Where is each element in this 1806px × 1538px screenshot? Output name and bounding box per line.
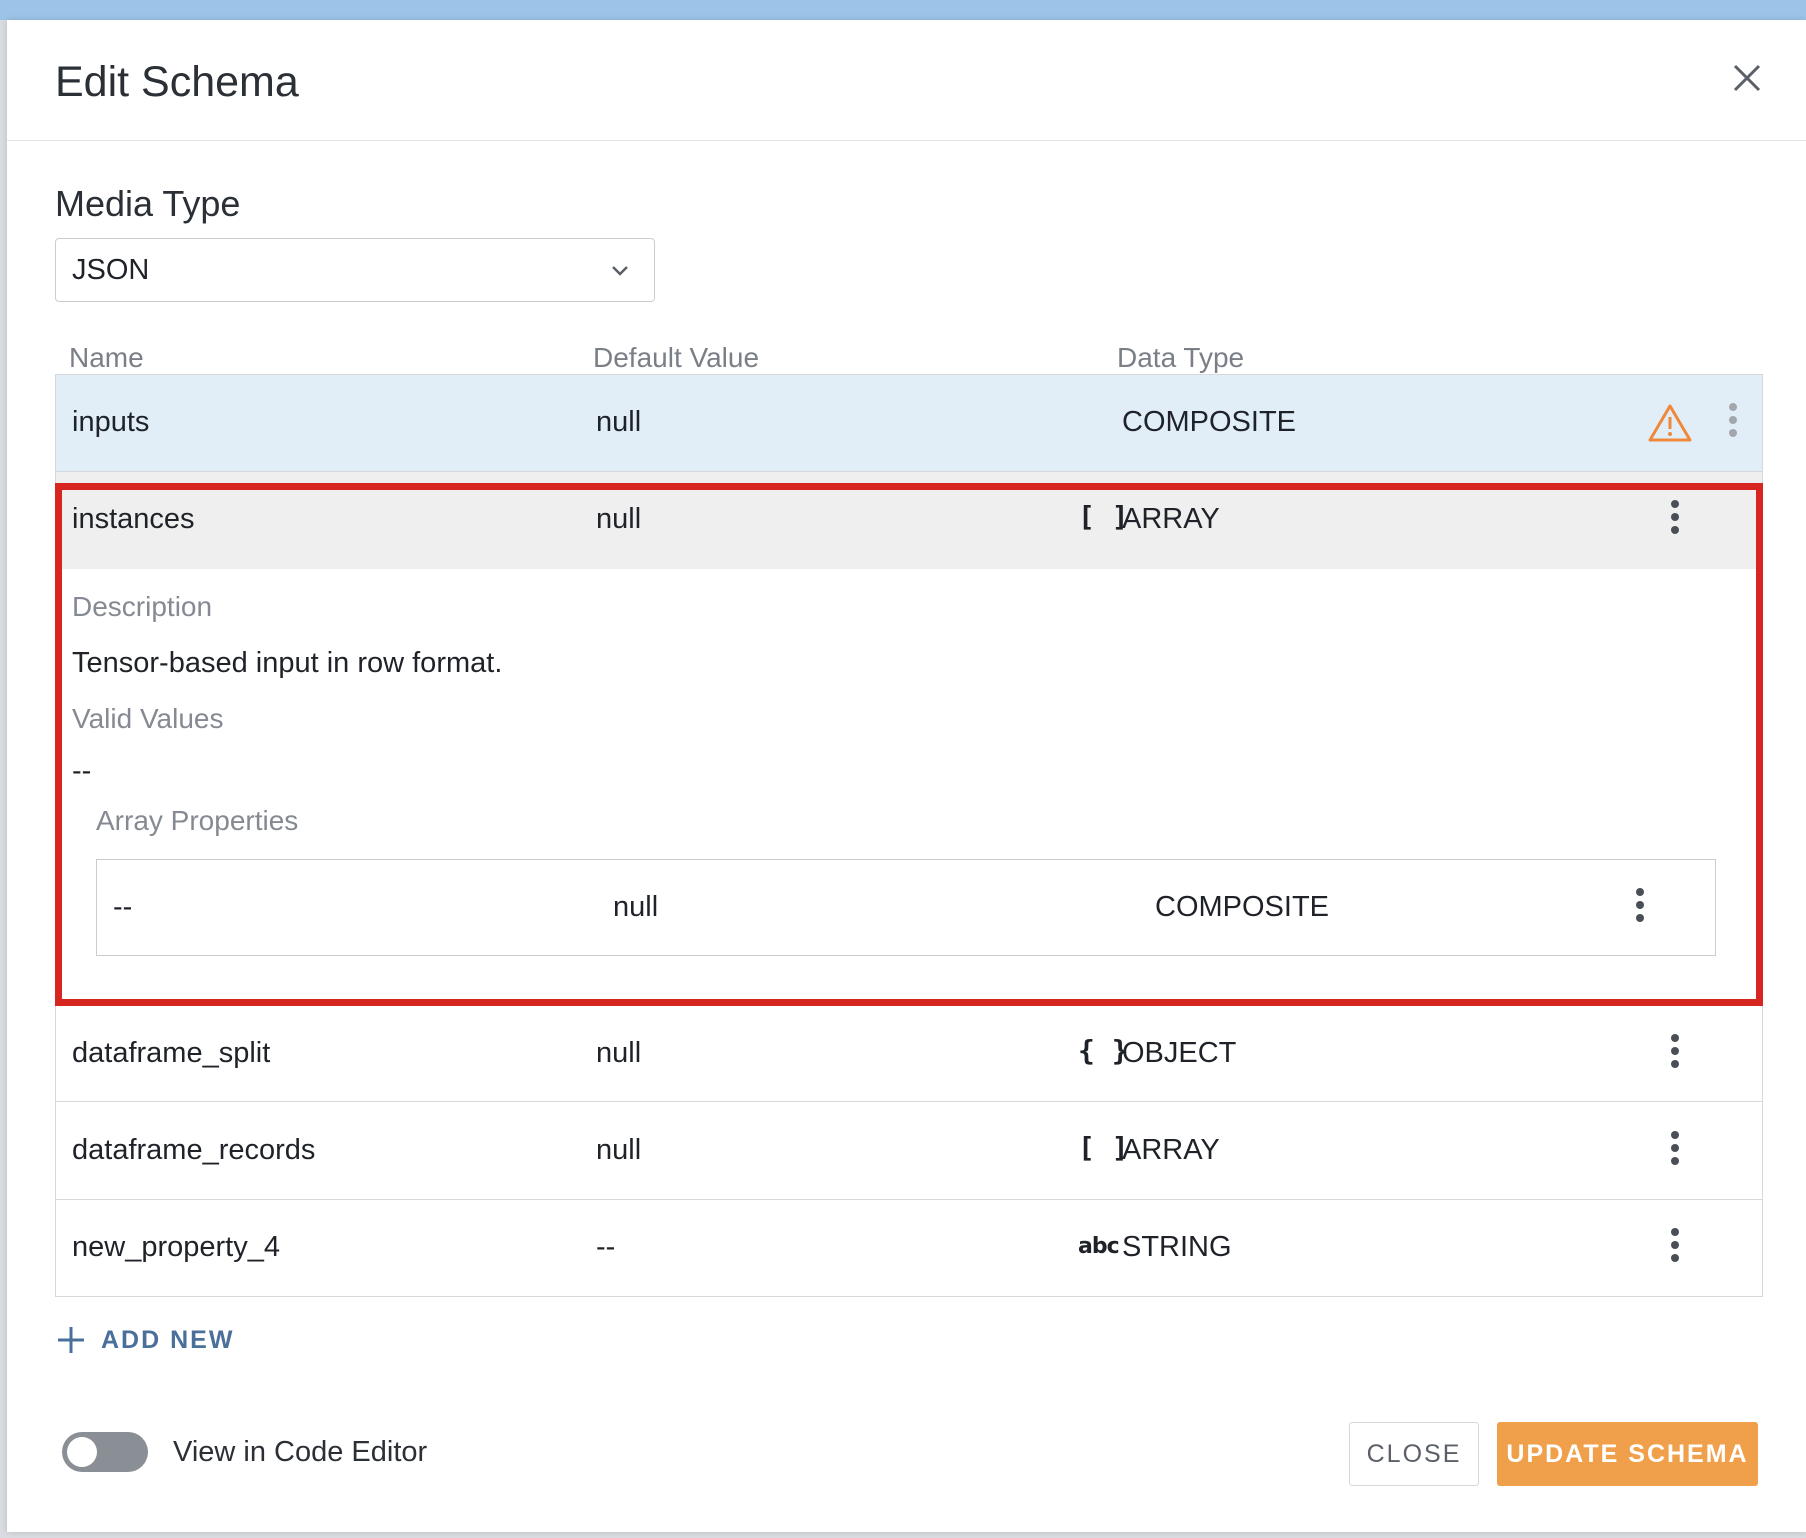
edit-schema-dialog: Edit Schema Media Type JSON Name Default…: [7, 20, 1806, 1532]
add-new-button[interactable]: ADD NEW: [55, 1320, 234, 1360]
row-default: null: [596, 406, 642, 438]
expanded-row-details: Description Tensor-based input in row fo…: [56, 569, 1762, 1005]
row-default: --: [596, 1231, 616, 1263]
row-name: dataframe_records: [72, 1134, 316, 1166]
add-new-label: ADD NEW: [101, 1325, 235, 1354]
row-default: null: [596, 1134, 642, 1166]
array-item-default: null: [613, 891, 659, 923]
valid-values-label: Valid Values: [72, 703, 224, 734]
row-menu-icon[interactable]: [1668, 1131, 1682, 1171]
code-editor-toggle[interactable]: [62, 1432, 148, 1472]
table-row-new-property-4[interactable]: new_property_4 -- abc STRING: [56, 1200, 1762, 1297]
valid-values-text: --: [72, 755, 92, 787]
schema-table: inputs null COMPOSITE instances null [ ]…: [55, 374, 1763, 1297]
array-type-icon: [ ]: [1078, 500, 1129, 533]
array-type-icon: [ ]: [1078, 1131, 1129, 1164]
table-row-inputs[interactable]: inputs null COMPOSITE: [56, 375, 1762, 472]
warning-icon[interactable]: [1648, 403, 1692, 443]
row-name: instances: [72, 503, 195, 535]
media-type-label: Media Type: [55, 183, 241, 224]
row-menu-icon[interactable]: [1668, 1034, 1682, 1074]
column-header-data-type: Data Type: [1117, 342, 1245, 373]
row-type: OBJECT: [1122, 1037, 1237, 1069]
row-default: null: [596, 503, 642, 535]
object-type-icon: { }: [1078, 1034, 1129, 1067]
row-name: new_property_4: [72, 1231, 280, 1263]
window-top-bar: [0, 0, 1806, 20]
array-item-name: --: [113, 891, 133, 923]
row-type: ARRAY: [1122, 503, 1220, 535]
media-type-select[interactable]: JSON: [55, 238, 655, 302]
array-item-menu-icon[interactable]: [1633, 888, 1647, 928]
description-text: Tensor-based input in row format.: [72, 647, 503, 679]
row-name: dataframe_split: [72, 1037, 271, 1069]
row-type: ARRAY: [1122, 1134, 1220, 1166]
chevron-down-icon: [612, 266, 628, 276]
row-menu-icon[interactable]: [1726, 403, 1740, 443]
plus-icon: [58, 1327, 84, 1353]
table-row-dataframe-records[interactable]: dataframe_records null [ ] ARRAY: [56, 1103, 1762, 1200]
string-type-icon: abc: [1078, 1234, 1120, 1259]
row-default: null: [596, 1037, 642, 1069]
close-icon[interactable]: [1727, 58, 1767, 98]
close-button[interactable]: CLOSE: [1349, 1422, 1479, 1486]
column-header-default-value: Default Value: [593, 342, 760, 373]
array-item-type: COMPOSITE: [1155, 891, 1330, 923]
row-type: COMPOSITE: [1122, 406, 1297, 438]
row-type: STRING: [1122, 1231, 1232, 1263]
dialog-title: Edit Schema: [55, 58, 299, 106]
code-editor-label: View in Code Editor: [173, 1436, 428, 1468]
media-type-value: JSON: [72, 254, 150, 286]
description-label: Description: [72, 591, 213, 622]
dialog-header: Edit Schema: [7, 20, 1806, 141]
row-menu-icon[interactable]: [1668, 1228, 1682, 1268]
row-name: inputs: [72, 406, 150, 438]
table-row-instances[interactable]: instances null [ ] ARRAY: [56, 472, 1762, 569]
toggle-knob: [67, 1437, 97, 1467]
update-schema-button[interactable]: UPDATE SCHEMA: [1497, 1422, 1758, 1486]
column-header-name: Name: [69, 342, 144, 373]
array-property-row[interactable]: -- null COMPOSITE: [96, 859, 1716, 956]
row-menu-icon[interactable]: [1668, 500, 1682, 540]
array-properties-label: Array Properties: [96, 805, 299, 836]
table-row-dataframe-split[interactable]: dataframe_split null { } OBJECT: [56, 1005, 1762, 1102]
